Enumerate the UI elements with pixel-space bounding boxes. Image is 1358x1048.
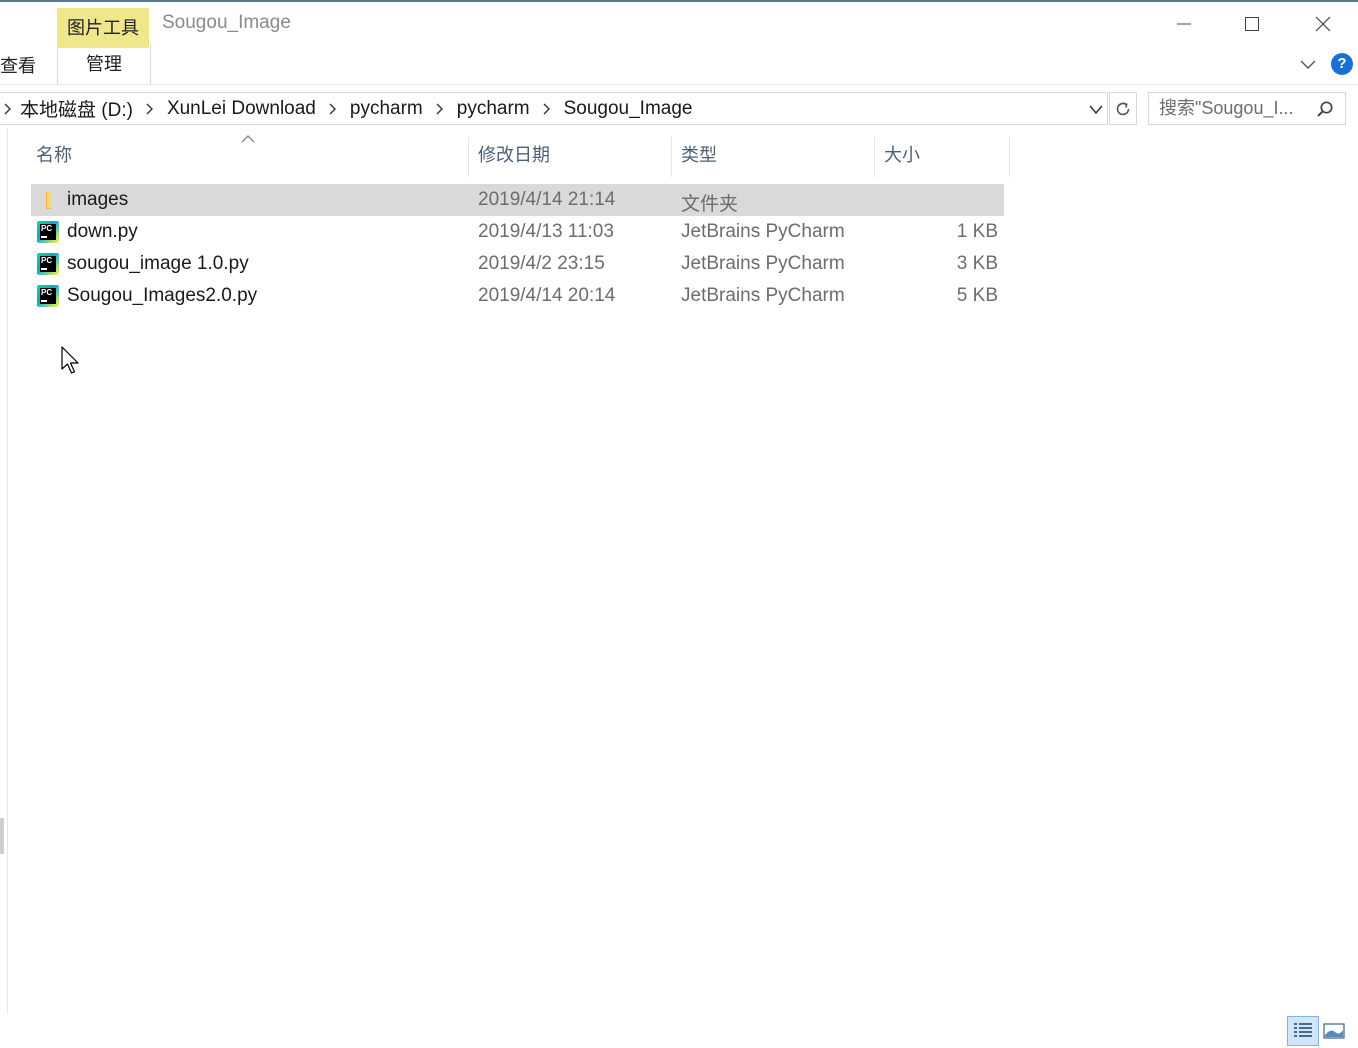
chevron-down-icon: [1089, 105, 1103, 115]
file-size: 3 KB: [956, 253, 998, 274]
breadcrumb: 本地磁盘 (D:) XunLei Download pycharm pychar…: [0, 93, 693, 124]
file-type: JetBrains PyCharm: [681, 285, 845, 306]
tab-view[interactable]: 查看: [0, 52, 36, 78]
pycharm-file-icon: PC: [37, 221, 59, 243]
file-type: JetBrains PyCharm: [681, 221, 845, 242]
picture-tools-tab[interactable]: 图片工具: [57, 8, 149, 48]
help-icon[interactable]: ?: [1331, 53, 1353, 75]
file-name: images: [67, 189, 129, 210]
window-title: Sougou_Image: [162, 12, 291, 33]
search-icon[interactable]: [1316, 100, 1334, 123]
file-row-down-py[interactable]: PC down.py 2019/4/13 11:03 JetBrains PyC…: [31, 216, 1004, 248]
maximize-icon: [1245, 17, 1259, 31]
tab-manage[interactable]: 管理: [57, 44, 151, 84]
breadcrumb-item[interactable]: pycharm: [350, 98, 423, 120]
minimize-icon: [1177, 23, 1191, 25]
file-row-sougou-images2[interactable]: PC Sougou_Images2.0.py 2019/4/14 20:14 J…: [31, 280, 1004, 312]
navigation-pane-border: [7, 128, 8, 1014]
breadcrumb-item[interactable]: pycharm: [457, 98, 530, 120]
column-header-date[interactable]: 修改日期: [478, 135, 550, 175]
folder-icon: [46, 192, 51, 209]
refresh-icon: [1116, 101, 1130, 115]
column-divider[interactable]: [874, 137, 875, 177]
chevron-right-icon[interactable]: [144, 103, 156, 115]
file-date: 2019/4/2 23:15: [478, 253, 605, 274]
pycharm-file-icon: PC: [37, 285, 59, 307]
column-divider[interactable]: [468, 137, 469, 177]
file-name: Sougou_Images2.0.py: [67, 285, 258, 306]
details-view-icon: [1294, 1023, 1312, 1037]
file-type: JetBrains PyCharm: [681, 253, 845, 274]
file-type: 文件夹: [681, 194, 739, 215]
close-icon: [1315, 16, 1331, 32]
pycharm-file-icon: PC: [37, 253, 59, 275]
breadcrumb-item[interactable]: Sougou_Image: [564, 98, 693, 120]
chevron-right-icon[interactable]: [434, 103, 446, 115]
details-view-button[interactable]: [1287, 1016, 1319, 1046]
large-icons-view-icon: [1323, 1023, 1345, 1039]
column-header-type[interactable]: 类型: [681, 135, 717, 175]
address-history-button[interactable]: [1088, 103, 1104, 121]
refresh-button[interactable]: [1109, 92, 1137, 125]
chevron-right-icon[interactable]: [2, 103, 14, 115]
chevron-right-icon[interactable]: [327, 103, 339, 115]
file-name: sougou_image 1.0.py: [67, 253, 249, 274]
file-size: 5 KB: [956, 285, 998, 306]
file-row-sougou-image[interactable]: PC sougou_image 1.0.py 2019/4/2 23:15 Je…: [31, 248, 1004, 280]
column-header-size[interactable]: 大小: [884, 135, 920, 175]
expand-ribbon-button[interactable]: [1298, 54, 1318, 79]
sort-ascending-icon: [241, 135, 255, 143]
column-header-name[interactable]: 名称: [36, 135, 72, 175]
large-icons-view-button[interactable]: [1322, 1020, 1346, 1042]
column-divider[interactable]: [1009, 137, 1010, 177]
file-date: 2019/4/14 21:14: [478, 189, 616, 210]
chevron-right-icon[interactable]: [541, 103, 553, 115]
mouse-cursor-icon: [61, 346, 79, 374]
ribbon-tabs: 查看 管理 ?: [0, 44, 1358, 85]
file-row-images[interactable]: images 2019/4/14 21:14 文件夹: [31, 184, 1004, 216]
title-bar: 图片工具 Sougou_Image: [0, 2, 1358, 48]
breadcrumb-item[interactable]: XunLei Download: [167, 98, 316, 120]
column-divider[interactable]: [671, 137, 672, 177]
address-bar[interactable]: 本地磁盘 (D:) XunLei Download pycharm pychar…: [0, 92, 1108, 125]
file-date: 2019/4/14 20:14: [478, 285, 616, 306]
maximize-button[interactable]: [1229, 6, 1275, 42]
breadcrumb-item[interactable]: 本地磁盘 (D:): [20, 95, 133, 122]
file-name: down.py: [67, 221, 138, 242]
navigation-pane-scrollbar[interactable]: [0, 818, 4, 854]
file-date: 2019/4/13 11:03: [478, 221, 614, 242]
file-size: 1 KB: [956, 221, 998, 242]
minimize-button[interactable]: [1161, 6, 1207, 42]
chevron-down-icon: [1300, 60, 1316, 69]
close-button[interactable]: [1300, 6, 1346, 42]
